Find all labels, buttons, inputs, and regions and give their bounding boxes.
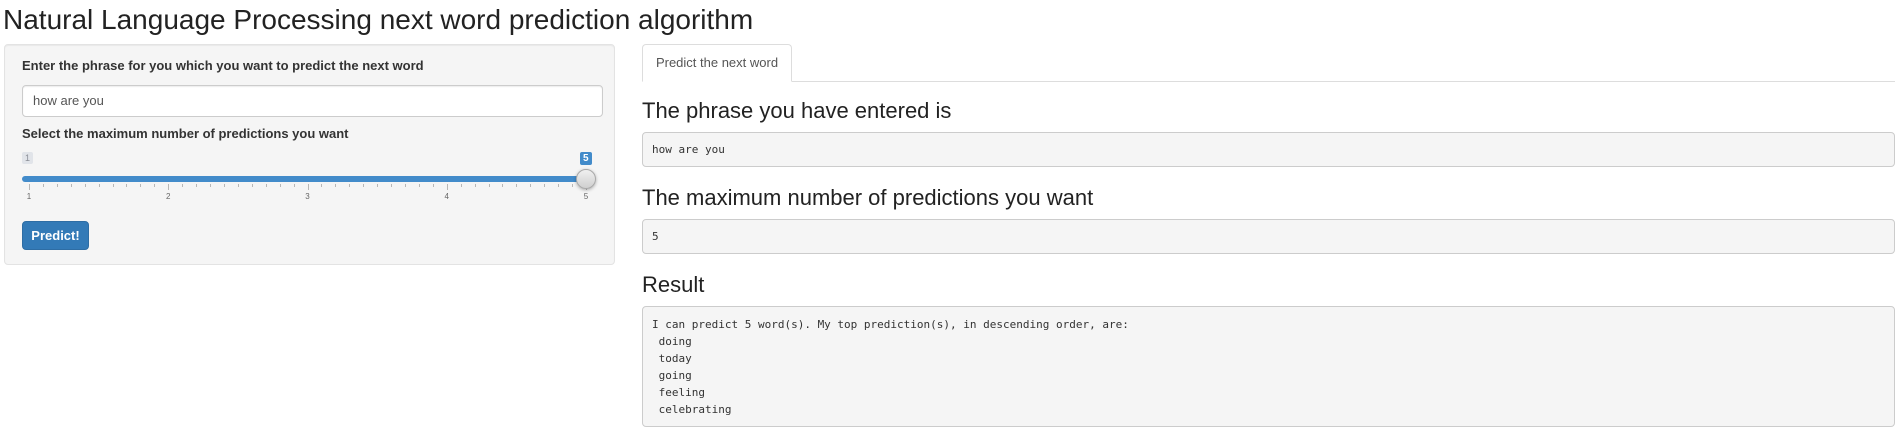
predictions-slider[interactable]: 1 5 1 2 3 4 5 xyxy=(22,147,605,207)
slider-minor-tick xyxy=(112,184,114,187)
slider-minor-tick xyxy=(432,184,434,187)
slider-minor-tick xyxy=(182,184,184,187)
result-heading: Result xyxy=(642,272,705,297)
phrase-output: how are you xyxy=(642,132,1895,167)
slider-minor-tick xyxy=(572,184,574,187)
slider-minor-tick xyxy=(42,184,44,187)
result-line: going xyxy=(652,369,692,382)
slider-minor-tick xyxy=(363,184,365,187)
slider-minor-tick xyxy=(56,184,58,187)
slider-minor-tick xyxy=(321,184,323,187)
slider-min-badge: 1 xyxy=(22,152,34,164)
max-predictions-output-text: 5 xyxy=(652,230,659,243)
slider-minor-tick xyxy=(349,184,351,187)
max-predictions-heading: The maximum number of predictions you wa… xyxy=(642,185,1094,210)
tab-predict-next-word[interactable]: Predict the next word xyxy=(642,44,792,82)
slider-minor-tick xyxy=(335,184,337,187)
result-line: I can predict 5 word(s). My top predicti… xyxy=(652,318,1129,331)
slider-label: Select the maximum number of predictions… xyxy=(22,126,349,141)
slider-minor-tick xyxy=(196,184,198,187)
slider-major-tick xyxy=(168,184,170,190)
slider-tick-label: 1 xyxy=(26,192,32,201)
slider-minor-tick xyxy=(404,184,406,187)
slider-minor-tick xyxy=(154,184,156,187)
slider-minor-tick xyxy=(474,184,476,187)
slider-handle[interactable] xyxy=(576,169,596,189)
max-predictions-output: 5 xyxy=(642,219,1895,254)
slider-tick-label: 2 xyxy=(166,192,171,201)
slider-major-tick xyxy=(307,184,309,190)
predict-button[interactable]: Predict! xyxy=(22,221,89,250)
slider-minor-tick xyxy=(460,184,462,187)
slider-minor-tick xyxy=(293,184,295,187)
slider-tick-label: 4 xyxy=(444,192,449,201)
slider-minor-tick xyxy=(391,184,393,187)
slider-major-tick xyxy=(29,184,30,190)
result-line: celebrating xyxy=(652,403,732,416)
slider-minor-tick xyxy=(210,184,212,187)
slider-major-tick xyxy=(446,184,448,190)
slider-minor-tick xyxy=(279,184,281,187)
slider-track[interactable] xyxy=(22,176,593,182)
slider-minor-tick xyxy=(377,184,379,187)
slider-minor-tick xyxy=(223,184,225,187)
phrase-input-label: Enter the phrase for you which you want … xyxy=(22,58,424,73)
result-line: feeling xyxy=(652,386,705,399)
page-title: Natural Language Processing next word pr… xyxy=(3,4,754,35)
phrase-heading: The phrase you have entered is xyxy=(642,98,952,123)
sidebar-panel: Enter the phrase for you which you want … xyxy=(4,44,615,265)
slider-minor-tick xyxy=(502,184,504,187)
result-line: doing xyxy=(652,335,692,348)
slider-minor-tick xyxy=(251,184,253,187)
slider-minor-tick xyxy=(544,184,546,187)
slider-minor-tick xyxy=(84,184,86,187)
slider-minor-tick xyxy=(530,184,532,187)
slider-value-badge: 5 xyxy=(580,152,592,165)
slider-minor-tick xyxy=(516,184,518,187)
tab-bar: Predict the next word xyxy=(642,44,1895,82)
slider-minor-tick xyxy=(126,184,128,187)
result-line: today xyxy=(652,352,692,365)
slider-minor-tick xyxy=(70,184,72,187)
slider-minor-tick xyxy=(558,184,560,187)
result-output: I can predict 5 word(s). My top predicti… xyxy=(642,306,1895,427)
phrase-output-text: how are you xyxy=(652,143,725,156)
slider-minor-tick xyxy=(140,184,142,187)
phrase-input[interactable]: how are you xyxy=(22,85,603,117)
slider-minor-tick xyxy=(98,184,100,187)
slider-minor-tick xyxy=(265,184,267,187)
slider-minor-tick xyxy=(488,184,490,187)
slider-tick-label: 3 xyxy=(305,192,310,201)
slider-minor-tick xyxy=(237,184,239,187)
slider-minor-tick xyxy=(418,184,420,187)
slider-tick-label: 5 xyxy=(583,192,589,201)
